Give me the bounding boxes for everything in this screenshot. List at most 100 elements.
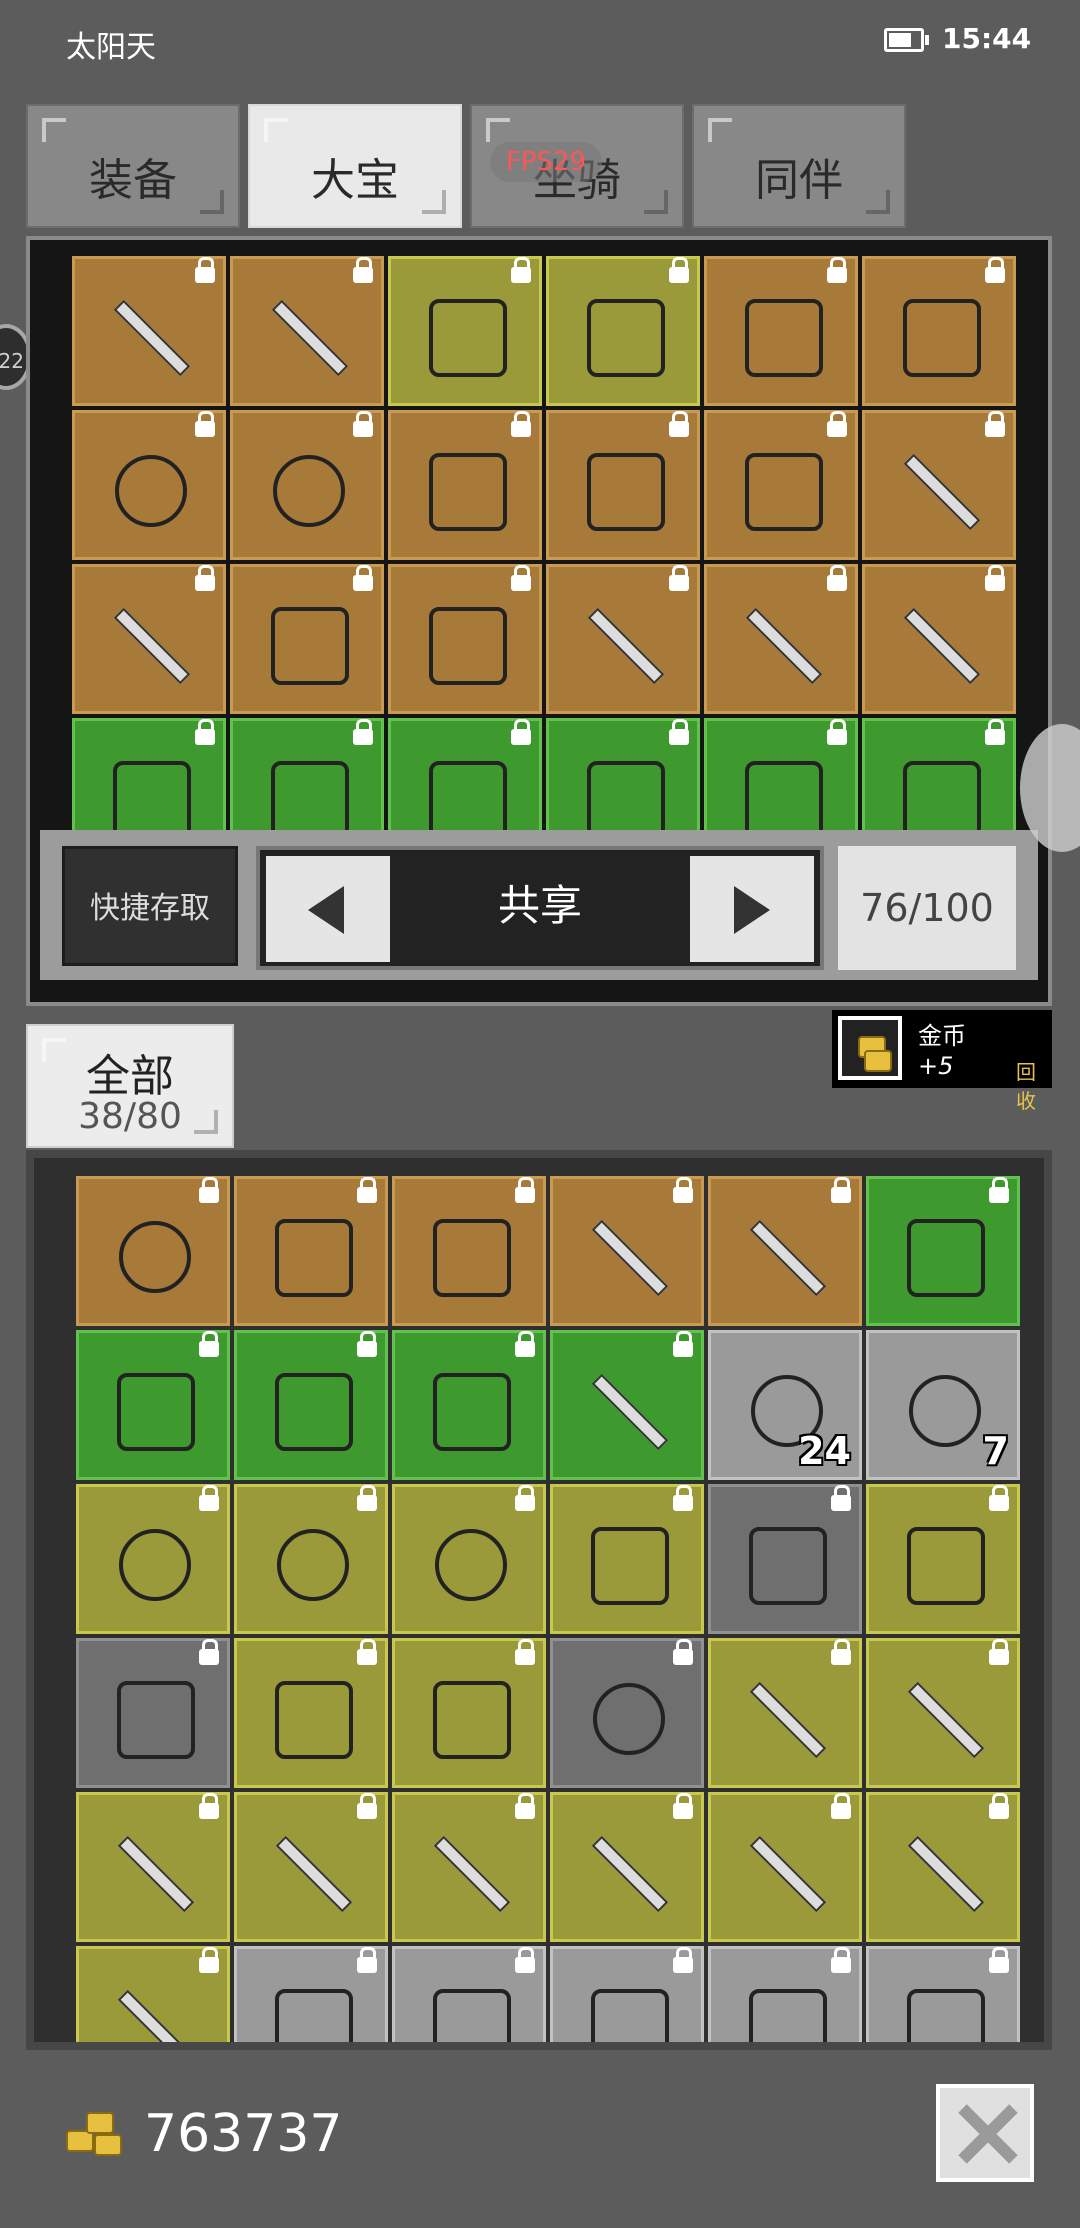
prev-arrow-button[interactable] xyxy=(266,856,390,962)
storage-toolbar: 快捷存取 共享 76/100 xyxy=(40,830,1038,980)
inventory-slot[interactable] xyxy=(392,1484,546,1634)
storage-slot[interactable] xyxy=(388,256,542,406)
inventory-slot[interactable] xyxy=(392,1330,546,1480)
inventory-slot[interactable] xyxy=(234,1484,388,1634)
inventory-slot[interactable] xyxy=(76,1330,230,1480)
inventory-slot[interactable] xyxy=(392,1176,546,1326)
scroll-case-icon xyxy=(261,1975,361,2042)
inventory-slot[interactable] xyxy=(550,1638,704,1788)
inventory-slot[interactable] xyxy=(392,1638,546,1788)
inventory-slot[interactable] xyxy=(234,1792,388,1942)
lock-icon xyxy=(989,1485,1009,1511)
inventory-slot[interactable] xyxy=(76,1792,230,1942)
crystal-sword-icon xyxy=(103,1975,203,2042)
spear-icon xyxy=(419,1821,519,1921)
inventory-slot[interactable] xyxy=(550,1330,704,1480)
inventory-slot[interactable] xyxy=(392,1792,546,1942)
inventory-slot[interactable] xyxy=(76,1638,230,1788)
inventory-slot[interactable] xyxy=(234,1176,388,1326)
carrier-label: 太阳天 xyxy=(66,30,156,65)
next-arrow-button[interactable] xyxy=(690,856,814,962)
storage-slot[interactable] xyxy=(546,564,700,714)
red-boomerang-icon xyxy=(577,1821,677,1921)
inventory-slot[interactable] xyxy=(866,1638,1020,1788)
inventory-slot[interactable] xyxy=(866,1176,1020,1326)
inventory-slot[interactable] xyxy=(76,1176,230,1326)
storage-slot[interactable] xyxy=(72,564,226,714)
amulet-icon xyxy=(419,1513,519,1613)
storage-slot[interactable] xyxy=(72,410,226,560)
inventory-slot[interactable] xyxy=(234,1638,388,1788)
inventory-slot[interactable] xyxy=(76,1484,230,1634)
inventory-slot[interactable] xyxy=(550,1792,704,1942)
storage-slot[interactable] xyxy=(388,564,542,714)
lock-icon xyxy=(989,1793,1009,1819)
horned-armor-icon xyxy=(893,1513,993,1613)
tab-treasure[interactable]: 大宝 xyxy=(248,104,462,228)
lock-icon xyxy=(985,719,1005,745)
gold-coins-icon xyxy=(838,1016,902,1080)
storage-slot[interactable] xyxy=(862,564,1016,714)
lock-icon xyxy=(669,719,689,745)
storage-mode-label: 共享 xyxy=(497,881,582,930)
glove-icon xyxy=(261,1205,361,1305)
inventory-slot[interactable] xyxy=(866,1792,1020,1942)
inventory-slot[interactable] xyxy=(708,1946,862,2042)
inventory-slot[interactable] xyxy=(708,1792,862,1942)
inventory-slot[interactable] xyxy=(708,1484,862,1634)
filter-all-tab[interactable]: 全部 38/80 xyxy=(26,1024,234,1148)
lock-icon xyxy=(989,1639,1009,1665)
storage-slot[interactable] xyxy=(388,410,542,560)
quick-access-button[interactable]: 快捷存取 xyxy=(62,846,238,966)
arrow-right-icon xyxy=(734,886,770,934)
lock-icon xyxy=(357,1177,377,1203)
inventory-slot[interactable] xyxy=(550,1946,704,2042)
inventory-slot[interactable] xyxy=(234,1946,388,2042)
inventory-count: 38/80 xyxy=(78,1096,182,1137)
inventory-slot[interactable]: 24 xyxy=(708,1330,862,1480)
storage-slot[interactable] xyxy=(546,256,700,406)
lock-icon xyxy=(357,1485,377,1511)
inventory-slot[interactable]: 7 xyxy=(866,1330,1020,1480)
storage-slot[interactable] xyxy=(862,410,1016,560)
storage-slot[interactable] xyxy=(546,410,700,560)
storage-slot[interactable] xyxy=(704,410,858,560)
storage-slot[interactable] xyxy=(72,256,226,406)
storage-slot[interactable] xyxy=(230,564,384,714)
inventory-slot[interactable] xyxy=(76,1946,230,2042)
inventory-slot[interactable] xyxy=(234,1330,388,1480)
vial-icon xyxy=(893,1975,993,2042)
vial-icon xyxy=(735,1975,835,2042)
storage-slot[interactable] xyxy=(230,410,384,560)
tab-equipment[interactable]: 装备 xyxy=(26,104,240,228)
inventory-slot[interactable] xyxy=(866,1946,1020,2042)
lock-icon xyxy=(357,1793,377,1819)
spear-icon xyxy=(735,1667,835,1767)
storage-slot[interactable] xyxy=(704,256,858,406)
lock-icon xyxy=(673,1793,693,1819)
lock-icon xyxy=(357,1947,377,1973)
lock-icon xyxy=(353,565,373,591)
lock-icon xyxy=(673,1331,693,1357)
spear-icon xyxy=(261,1821,361,1921)
lock-icon xyxy=(827,719,847,745)
clock: 15:44 xyxy=(942,22,1032,55)
recycle-button[interactable]: 回收 xyxy=(1016,1056,1052,1114)
storage-slot[interactable] xyxy=(862,256,1016,406)
gold-sword-icon xyxy=(889,593,989,693)
lock-icon xyxy=(511,565,531,591)
close-button[interactable] xyxy=(936,2084,1034,2182)
tab-companion[interactable]: 同伴 xyxy=(692,104,906,228)
fps-overlay: FPS29 xyxy=(490,142,602,182)
storage-slot[interactable] xyxy=(704,564,858,714)
inventory-slot[interactable] xyxy=(550,1176,704,1326)
inventory-slot[interactable] xyxy=(866,1484,1020,1634)
inventory-slot[interactable] xyxy=(550,1484,704,1634)
storage-slot[interactable] xyxy=(230,256,384,406)
inventory-slot[interactable] xyxy=(392,1946,546,2042)
lock-icon xyxy=(199,1947,219,1973)
inventory-slot[interactable] xyxy=(708,1176,862,1326)
lock-icon xyxy=(199,1331,219,1357)
lock-icon xyxy=(195,411,215,437)
inventory-slot[interactable] xyxy=(708,1638,862,1788)
